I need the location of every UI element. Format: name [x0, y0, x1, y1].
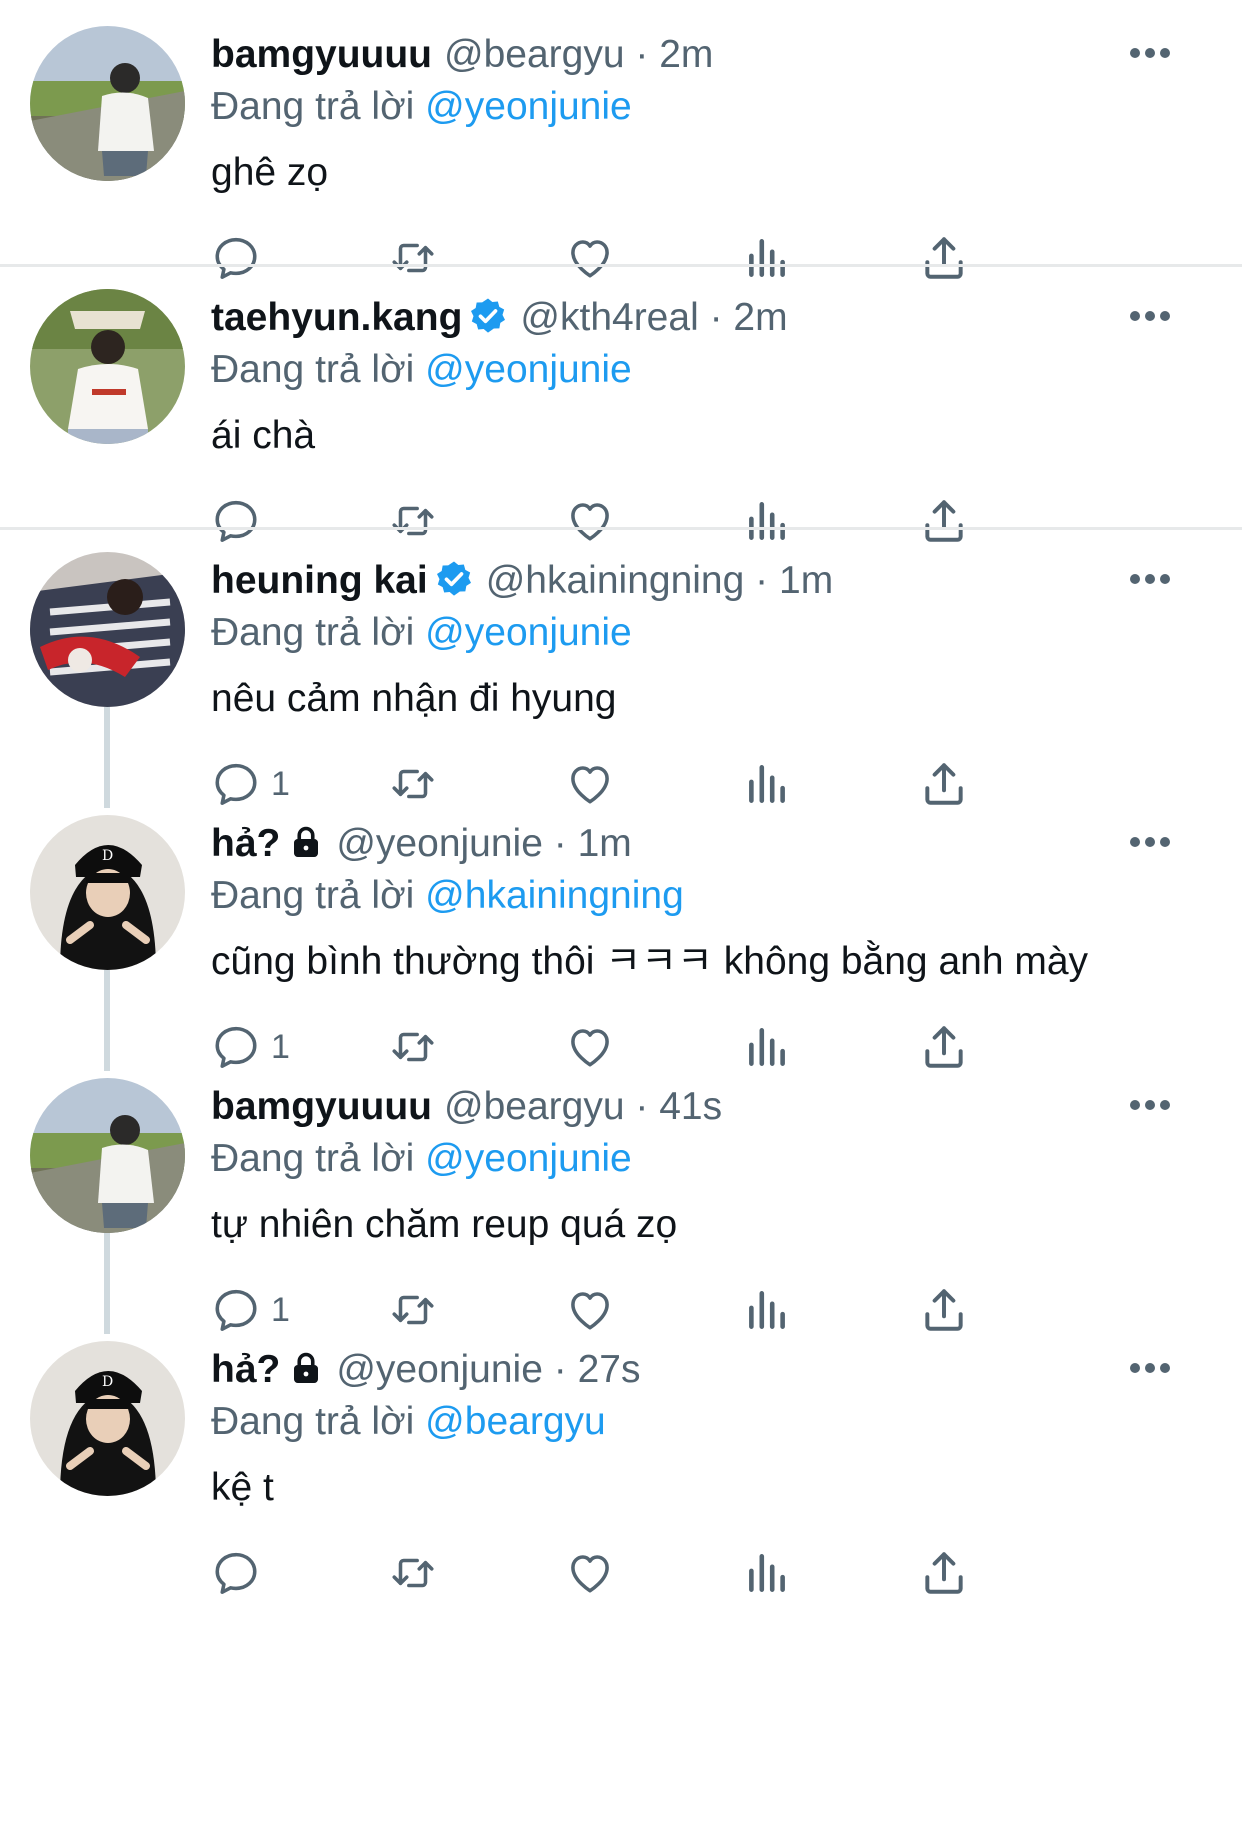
display-name[interactable]: hả? — [211, 1348, 280, 1391]
avatar[interactable] — [30, 26, 185, 181]
share-button[interactable] — [919, 1543, 969, 1603]
share-icon — [919, 1548, 969, 1598]
tweet-header: hả? @yeonjunie · 1m — [211, 817, 632, 871]
reply-mention-link[interactable]: @yeonjunie — [425, 1137, 632, 1180]
timestamp[interactable]: 27s — [578, 1348, 641, 1391]
reply-context: Đang trả lời @yeonjunie — [211, 80, 632, 134]
tweet-text: cũng bình thường thôi ㅋㅋㅋ không bằng anh… — [211, 940, 1089, 983]
reply-context: Đang trả lời @yeonjunie — [211, 343, 632, 397]
avatar[interactable]: D — [30, 815, 185, 970]
avatar[interactable] — [30, 1078, 185, 1233]
views-button[interactable] — [742, 1543, 792, 1603]
reply-prefix: Đang trả lời — [211, 85, 415, 128]
tweet[interactable]: heuning kai @hkainingning · 1m Đang trả l… — [0, 530, 1242, 793]
tweet-text: ái chà — [211, 414, 316, 457]
reply-prefix: Đang trả lời — [211, 611, 415, 654]
avatar[interactable] — [30, 289, 185, 444]
retweet-icon — [388, 1548, 438, 1598]
timestamp[interactable]: 2m — [659, 33, 713, 76]
tweet-header: hả? @yeonjunie · 27s — [211, 1343, 640, 1397]
more-icon[interactable] — [1128, 40, 1172, 66]
avatar[interactable] — [30, 552, 185, 707]
tweet-header: bamgyuuuu @beargyu · 2m — [211, 28, 713, 82]
svg-text:D: D — [102, 848, 113, 864]
timestamp[interactable]: 2m — [733, 296, 787, 339]
lock-icon — [288, 1350, 324, 1386]
user-handle[interactable]: @kth4real — [520, 296, 698, 339]
more-icon[interactable] — [1128, 566, 1172, 592]
reply-icon — [211, 1548, 261, 1598]
display-name[interactable]: hả? — [211, 822, 280, 865]
more-icon[interactable] — [1128, 829, 1172, 855]
user-handle[interactable]: @hkainingning — [486, 559, 745, 602]
reply-context: Đang trả lời @yeonjunie — [211, 1132, 632, 1186]
more-icon[interactable] — [1128, 303, 1172, 329]
retweet-button[interactable] — [388, 1543, 438, 1603]
separator: · — [553, 822, 567, 865]
reply-mention-link[interactable]: @yeonjunie — [425, 85, 632, 128]
tweet[interactable]: taehyun.kang @kth4real · 2m Đang trả lời … — [0, 267, 1242, 530]
verified-badge-icon — [434, 559, 474, 599]
user-handle[interactable]: @yeonjunie — [336, 822, 543, 865]
reply-context: Đang trả lời @yeonjunie — [211, 606, 632, 660]
separator: · — [635, 33, 649, 76]
views-icon — [742, 1548, 792, 1598]
svg-text:D: D — [102, 1374, 113, 1390]
reply-mention-link[interactable]: @yeonjunie — [425, 611, 632, 654]
display-name[interactable]: heuning kai — [211, 559, 428, 602]
user-handle[interactable]: @beargyu — [444, 1085, 625, 1128]
display-name[interactable]: bamgyuuuu — [211, 33, 432, 76]
separator: · — [635, 1085, 649, 1128]
more-icon[interactable] — [1128, 1092, 1172, 1118]
lock-icon — [288, 824, 324, 860]
tweet-header: taehyun.kang @kth4real · 2m — [211, 291, 788, 345]
action-bar — [211, 1543, 1101, 1603]
tweet[interactable]: D hả? @yeonjunie · 1m Đang trả lời @hkain… — [0, 793, 1242, 1056]
reply-prefix: Đang trả lời — [211, 874, 415, 917]
tweet[interactable]: bamgyuuuu @beargyu · 2m Đang trả lời @yeo… — [0, 0, 1242, 267]
user-handle[interactable]: @beargyu — [444, 33, 625, 76]
separator: · — [755, 559, 769, 602]
separator: · — [553, 1348, 567, 1391]
like-icon — [565, 1548, 615, 1598]
reply-prefix: Đang trả lời — [211, 348, 415, 391]
timestamp[interactable]: 1m — [779, 559, 833, 602]
timestamp[interactable]: 41s — [659, 1085, 722, 1128]
reply-button[interactable] — [211, 1543, 271, 1603]
display-name[interactable]: bamgyuuuu — [211, 1085, 432, 1128]
tweet-header: bamgyuuuu @beargyu · 41s — [211, 1080, 722, 1134]
like-button[interactable] — [565, 1543, 615, 1603]
reply-context: Đang trả lời @beargyu — [211, 1395, 606, 1449]
tweet[interactable]: D hả? @yeonjunie · 27s Đang trả lời @bear… — [0, 1319, 1242, 1582]
tweet[interactable]: bamgyuuuu @beargyu · 41s Đang trả lời @ye… — [0, 1056, 1242, 1319]
tweet-text: tự nhiên chăm reup quá zọ — [211, 1203, 678, 1246]
avatar[interactable]: D — [30, 1341, 185, 1496]
tweet-text: ghê zọ — [211, 151, 329, 194]
display-name[interactable]: taehyun.kang — [211, 296, 462, 339]
verified-badge-icon — [468, 296, 508, 336]
tweet-text: nêu cảm nhận đi hyung — [211, 677, 617, 720]
tweet-header: heuning kai @hkainingning · 1m — [211, 554, 833, 608]
reply-prefix: Đang trả lời — [211, 1137, 415, 1180]
user-handle[interactable]: @yeonjunie — [336, 1348, 543, 1391]
timestamp[interactable]: 1m — [578, 822, 632, 865]
tweet-text: kệ t — [211, 1466, 274, 1509]
separator: · — [709, 296, 723, 339]
more-icon[interactable] — [1128, 1355, 1172, 1381]
reply-mention-link[interactable]: @yeonjunie — [425, 348, 632, 391]
reply-mention-link[interactable]: @beargyu — [425, 1400, 606, 1443]
reply-context: Đang trả lời @hkainingning — [211, 869, 684, 923]
reply-mention-link[interactable]: @hkainingning — [425, 874, 684, 917]
reply-prefix: Đang trả lời — [211, 1400, 415, 1443]
